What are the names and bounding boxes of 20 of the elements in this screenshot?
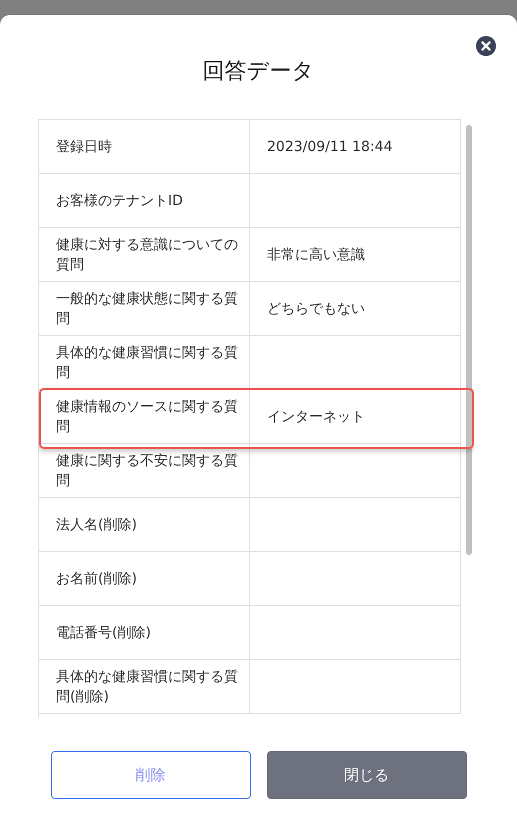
label-cell: 健康に関する不安に関する質問 [39, 444, 250, 498]
close-icon[interactable] [476, 36, 496, 56]
value-cell: 2023/09/11 18:44 [250, 120, 461, 174]
value-cell: インターネット [250, 390, 461, 444]
value-cell: 非常に高い意識 [250, 228, 461, 282]
label-cell: 具体的な健康習慣に関する質問 [39, 336, 250, 390]
label-cell: お名前(削除) [39, 552, 250, 606]
label-cell: 電話番号(削除) [39, 606, 250, 660]
label-cell: お客様のテナントID [39, 174, 250, 228]
dialog-title: 回答データ [202, 58, 314, 86]
label-cell: 法人名(削除) [39, 498, 250, 552]
label-cell: 具体的な健康習慣に関する質問(削除) [39, 660, 250, 714]
delete-button[interactable]: 削除 [50, 751, 250, 799]
value-cell: どちらでもない [250, 282, 461, 336]
scrollbar-thumb[interactable] [466, 125, 472, 555]
label-cell: 登録日時 [39, 120, 250, 174]
label-cell: 一般的な健康状態に関する質問 [39, 282, 250, 336]
label-cell: 健康情報のソースに関する質問 [39, 390, 250, 444]
label-cell: 健康に対する意識についての質問 [39, 228, 250, 282]
close-button[interactable]: 閉じる [266, 751, 466, 799]
